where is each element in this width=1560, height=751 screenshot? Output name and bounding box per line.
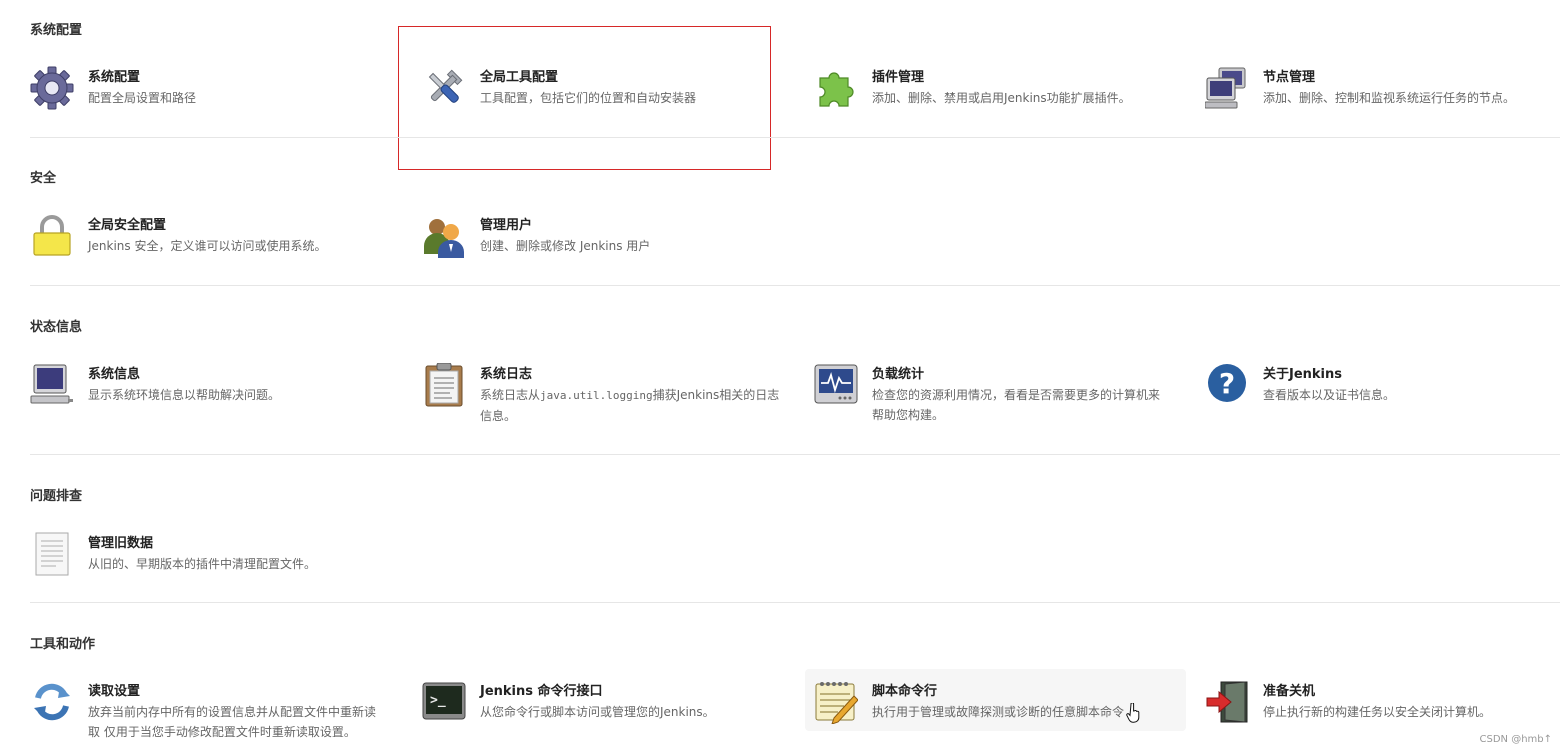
lock-icon	[30, 214, 74, 258]
item-desc: 添加、删除、禁用或启用Jenkins功能扩展插件。	[872, 91, 1131, 105]
item-reload-config[interactable]: 读取设置 放弃当前内存中所有的设置信息并从配置文件中重新读 取 仅用于当您手动修…	[30, 680, 410, 750]
item-title: 负载统计	[872, 367, 925, 382]
exit-door-icon	[1205, 680, 1249, 724]
desc-text: 取 仅用于当您手动修改配置文件时重新读取设置。	[88, 725, 356, 739]
item-desc: 系统日志从java.util.logging捕获Jenkins相关的日志 信息。	[480, 385, 779, 426]
section-title-system-config: 系统配置	[30, 23, 83, 38]
item-jenkins-cli[interactable]: >_ Jenkins 命令行接口 从您命令行或脚本访问或管理您的Jenkins。	[422, 680, 772, 744]
item-manage-users[interactable]: 管理用户 创建、删除或修改 Jenkins 用户	[422, 214, 752, 278]
item-system-log[interactable]: 系统日志 系统日志从java.util.logging捕获Jenkins相关的日…	[422, 363, 792, 433]
item-title: 节点管理	[1263, 70, 1316, 85]
desc-text: 捕获Jenkins相关的日志	[652, 388, 780, 402]
computers-icon	[1205, 66, 1249, 110]
refresh-icon	[30, 680, 74, 724]
item-manage-old-data[interactable]: 管理旧数据 从旧的、早期版本的插件中清理配置文件。	[30, 532, 390, 596]
section-divider	[30, 454, 1560, 455]
item-desc: 停止执行新的构建任务以安全关闭计算机。	[1263, 705, 1492, 719]
item-desc: 从旧的、早期版本的插件中清理配置文件。	[88, 557, 317, 571]
item-title: 脚本命令行	[872, 684, 938, 699]
item-desc: 添加、删除、控制和监视系统运行任务的节点。	[1263, 91, 1516, 105]
item-title: 系统日志	[480, 367, 533, 382]
gear-icon	[30, 66, 74, 110]
svg-text:?: ?	[1219, 367, 1235, 400]
svg-text:>_: >_	[430, 693, 446, 708]
item-desc: 从您命令行或脚本访问或管理您的Jenkins。	[480, 705, 715, 719]
item-title: 系统信息	[88, 367, 141, 382]
item-desc: 执行用于管理或故障探测或诊断的任意脚本命令	[872, 705, 1125, 719]
clipboard-icon	[422, 363, 466, 407]
help-icon: ?	[1205, 363, 1249, 407]
item-system-config[interactable]: 系统配置 配置全局设置和路径	[30, 66, 360, 130]
item-desc: Jenkins 安全，定义谁可以访问或使用系统。	[88, 239, 327, 253]
item-desc: 检查您的资源利用情况，看看是否需要更多的计算机来 帮助您构建。	[872, 385, 1160, 425]
item-desc: 创建、删除或修改 Jenkins 用户	[480, 239, 651, 253]
item-about-jenkins[interactable]: ? 关于Jenkins 查看版本以及证书信息。	[1205, 363, 1535, 427]
item-system-info[interactable]: 系统信息 显示系统环境信息以帮助解决问题。	[30, 363, 360, 427]
item-node-manager[interactable]: 节点管理 添加、删除、控制和监视系统运行任务的节点。	[1205, 66, 1555, 130]
section-title-troubleshoot: 问题排查	[30, 489, 83, 504]
notepad-icon	[814, 680, 858, 724]
item-plugin-manager[interactable]: 插件管理 添加、删除、禁用或启用Jenkins功能扩展插件。	[814, 66, 1174, 130]
highlight-box	[398, 26, 771, 170]
item-title: 准备关机	[1263, 684, 1316, 699]
item-title: 系统配置	[88, 70, 141, 85]
manage-jenkins-page: 系统配置 系统配置 配置全局设置和路径 全局工具配置 工具配置，包括它们的位置和…	[0, 0, 1560, 751]
section-divider	[30, 602, 1560, 603]
monitor-icon	[814, 363, 858, 407]
section-divider	[30, 285, 1560, 286]
terminal-icon: >_	[422, 680, 466, 724]
users-icon	[422, 214, 466, 258]
puzzle-icon	[814, 66, 858, 110]
desc-text: 检查您的资源利用情况，看看是否需要更多的计算机来	[872, 388, 1161, 402]
item-title: Jenkins 命令行接口	[480, 684, 603, 699]
item-title: 关于Jenkins	[1263, 367, 1343, 382]
section-title-tools: 工具和动作	[30, 637, 96, 652]
item-desc: 配置全局设置和路径	[88, 91, 197, 105]
document-icon	[30, 532, 74, 576]
section-divider	[30, 137, 1560, 138]
item-desc: 显示系统环境信息以帮助解决问题。	[88, 388, 281, 402]
item-script-console[interactable]: 脚本命令行 执行用于管理或故障探测或诊断的任意脚本命令	[814, 680, 1174, 744]
desc-text: 信息。	[480, 409, 517, 423]
item-title: 管理用户	[480, 218, 533, 233]
section-title-security: 安全	[30, 171, 57, 186]
item-title: 全局安全配置	[88, 218, 167, 233]
section-title-status: 状态信息	[30, 320, 83, 335]
item-load-statistics[interactable]: 负载统计 检查您的资源利用情况，看看是否需要更多的计算机来 帮助您构建。	[814, 363, 1194, 433]
item-global-security[interactable]: 全局安全配置 Jenkins 安全，定义谁可以访问或使用系统。	[30, 214, 390, 278]
desc-code: java.util.logging	[540, 389, 653, 402]
hand-cursor-icon	[1126, 702, 1140, 723]
item-title: 读取设置	[88, 684, 141, 699]
item-title: 插件管理	[872, 70, 925, 85]
item-title: 管理旧数据	[88, 536, 154, 551]
watermark: CSDN @hmb↑	[1479, 734, 1553, 745]
desc-text: 放弃当前内存中所有的设置信息并从配置文件中重新读	[88, 705, 377, 719]
desc-text: 系统日志从	[480, 388, 541, 402]
desc-text: 帮助您构建。	[872, 408, 945, 422]
item-desc: 放弃当前内存中所有的设置信息并从配置文件中重新读 取 仅用于当您手动修改配置文件…	[88, 702, 376, 742]
computer-icon	[30, 363, 74, 407]
item-desc: 查看版本以及证书信息。	[1263, 388, 1396, 402]
